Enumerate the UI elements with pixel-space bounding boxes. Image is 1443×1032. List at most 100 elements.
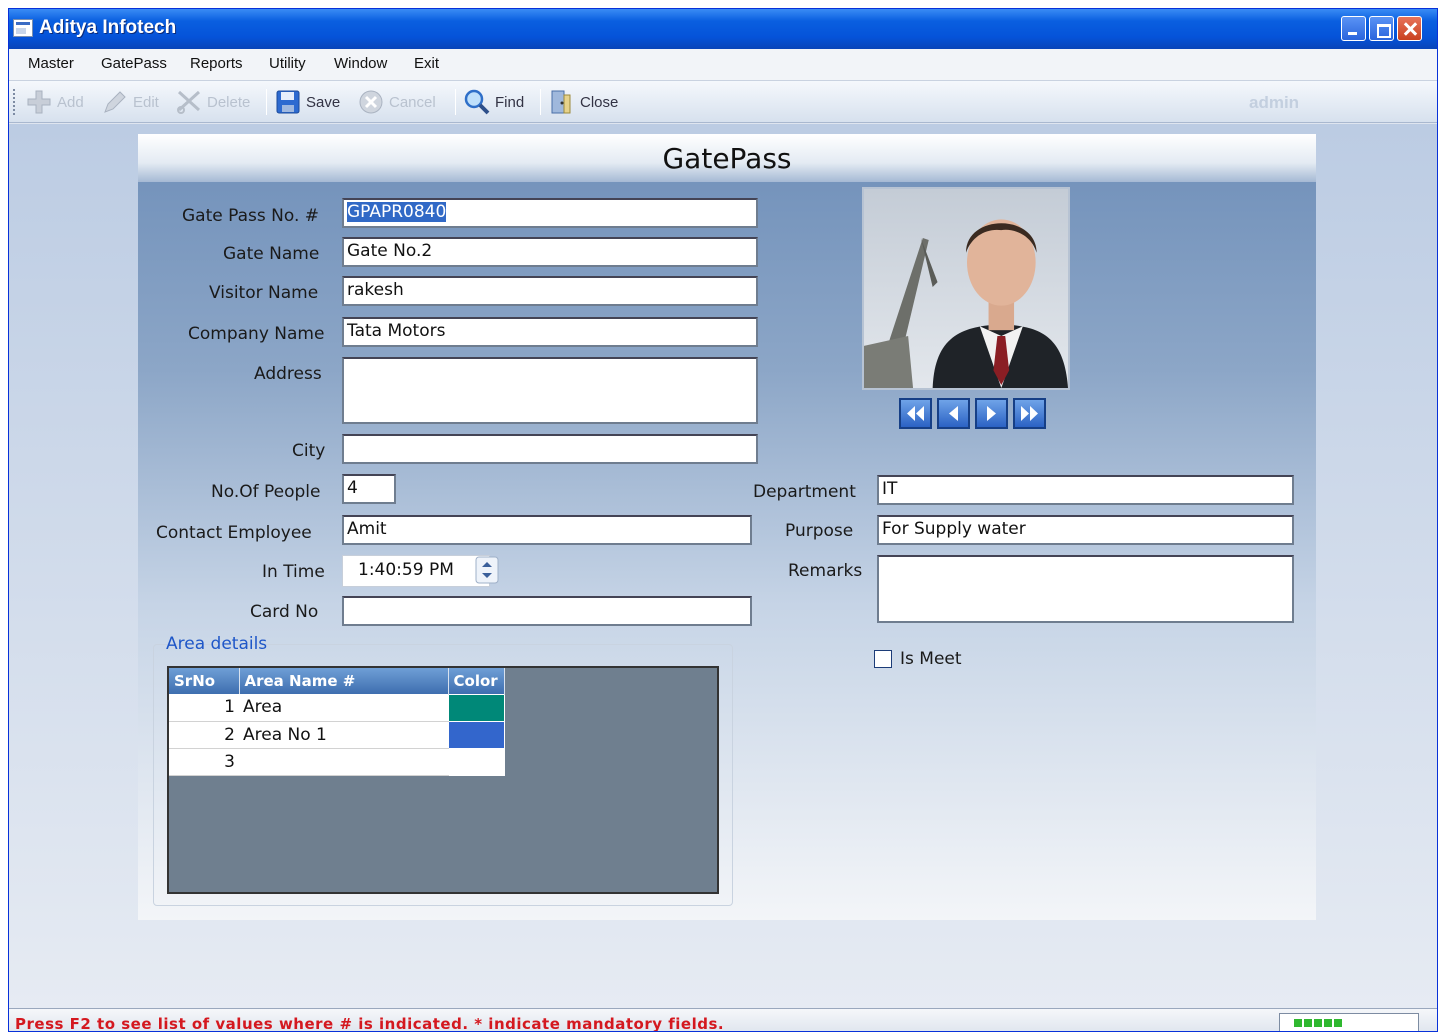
purpose-label: Purpose xyxy=(785,521,854,541)
menu-reports[interactable]: Reports xyxy=(190,55,243,72)
pencil-icon xyxy=(101,88,129,116)
toolbar-separator xyxy=(266,89,267,115)
time-spinner[interactable] xyxy=(475,556,500,584)
save-button[interactable]: Save xyxy=(274,87,340,117)
is-meet-checkbox[interactable] xyxy=(874,650,892,668)
area-name-cell[interactable]: Area xyxy=(239,694,448,722)
menu-master[interactable]: Master xyxy=(28,55,74,72)
progress-cell xyxy=(1304,1019,1312,1027)
previous-photo-button[interactable] xyxy=(937,398,970,429)
srno-cell[interactable]: 3 xyxy=(169,748,239,776)
add-button[interactable]: Add xyxy=(25,87,84,117)
srno-cell[interactable]: 1 xyxy=(169,694,239,722)
cancel-icon xyxy=(357,88,385,116)
toolbar-separator xyxy=(540,89,541,115)
first-photo-button[interactable] xyxy=(899,398,932,429)
progress-cell xyxy=(1324,1019,1332,1027)
exit-door-icon xyxy=(548,88,576,116)
color-cell[interactable] xyxy=(447,693,505,722)
next-photo-button[interactable] xyxy=(975,398,1008,429)
color-cell[interactable] xyxy=(447,747,505,776)
city-field[interactable] xyxy=(342,434,758,464)
close-label: Close xyxy=(580,93,619,111)
gate-pass-no-value: GPAPR0840 xyxy=(347,202,447,222)
area-details-legend: Area details xyxy=(166,634,268,654)
column-header-color[interactable]: Color xyxy=(448,668,505,694)
column-header-srno[interactable]: SrNo xyxy=(169,668,240,694)
mdi-client-area: GatePass Gate Pass No. # GPAPR0840 Gate … xyxy=(9,124,1437,1008)
table-row[interactable]: 1 Area xyxy=(169,693,505,722)
menu-window[interactable]: Window xyxy=(334,55,387,72)
app-icon xyxy=(13,19,33,37)
floppy-disk-icon xyxy=(274,88,302,116)
restore-button[interactable] xyxy=(1369,16,1394,41)
toolbar: Add Edit Delete Save Cancel Find Close xyxy=(9,81,1437,123)
gatepass-form: GatePass Gate Pass No. # GPAPR0840 Gate … xyxy=(138,134,1316,920)
title-bar[interactable]: Aditya Infotech xyxy=(9,9,1437,49)
gate-name-field[interactable]: Gate No.2 xyxy=(342,237,758,267)
add-icon xyxy=(25,88,53,116)
menu-gatepass[interactable]: GatePass xyxy=(101,55,167,72)
progress-cell xyxy=(1334,1019,1342,1027)
find-button[interactable]: Find xyxy=(463,87,524,117)
menu-utility[interactable]: Utility xyxy=(269,55,306,72)
srno-cell[interactable]: 2 xyxy=(169,721,239,749)
in-time-picker[interactable]: 1:40:59 PM xyxy=(342,555,490,587)
delete-label: Delete xyxy=(207,93,251,111)
visitor-name-field[interactable]: rakesh xyxy=(342,276,758,306)
remarks-field[interactable] xyxy=(877,555,1294,623)
form-title: GatePass xyxy=(662,142,792,175)
no-of-people-field[interactable]: 4 xyxy=(342,474,396,504)
app-window: Aditya Infotech Master GatePass Reports … xyxy=(8,8,1438,1032)
area-name-cell[interactable] xyxy=(239,748,448,776)
status-bar: Press F2 to see list of values where # i… xyxy=(9,1008,1437,1032)
purpose-field[interactable]: For Supply water xyxy=(877,515,1294,545)
gate-pass-no-field[interactable]: GPAPR0840 xyxy=(342,198,758,228)
status-message: Press F2 to see list of values where # i… xyxy=(15,1015,725,1032)
address-label: Address xyxy=(254,364,322,384)
cancel-button[interactable]: Cancel xyxy=(357,87,436,117)
delete-button[interactable]: Delete xyxy=(175,87,250,117)
progress-cell xyxy=(1294,1019,1302,1027)
gate-name-label: Gate Name xyxy=(223,244,320,264)
window-title: Aditya Infotech xyxy=(39,17,177,38)
add-label: Add xyxy=(57,93,84,111)
address-field[interactable] xyxy=(342,357,758,424)
close-button[interactable]: Close xyxy=(548,87,618,117)
edit-button[interactable]: Edit xyxy=(101,87,159,117)
contact-employee-field[interactable]: Amit xyxy=(342,515,752,545)
progress-indicator xyxy=(1279,1013,1419,1031)
in-time-label: In Time xyxy=(262,562,325,582)
table-row[interactable]: 2 Area No 1 xyxy=(169,720,505,749)
visitor-photo xyxy=(862,187,1070,390)
find-label: Find xyxy=(495,93,525,111)
magnifier-icon xyxy=(463,88,491,116)
last-photo-button[interactable] xyxy=(1013,398,1046,429)
color-cell[interactable] xyxy=(447,720,505,749)
card-no-field[interactable] xyxy=(342,596,752,626)
card-no-label: Card No xyxy=(250,602,319,622)
logged-in-user: admin xyxy=(1249,93,1300,112)
cancel-label: Cancel xyxy=(389,93,436,111)
close-window-button[interactable] xyxy=(1397,16,1422,41)
toolbar-grip[interactable] xyxy=(13,89,16,115)
company-name-field[interactable]: Tata Motors xyxy=(342,317,758,347)
table-row[interactable]: 3 xyxy=(169,747,505,776)
save-label: Save xyxy=(306,93,341,111)
no-of-people-label: No.Of People xyxy=(211,482,321,502)
department-field[interactable]: IT xyxy=(877,475,1294,505)
area-grid: SrNo Area Name # Color 1 Area 2 Area No 13 xyxy=(169,668,505,776)
department-label: Department xyxy=(753,482,856,502)
area-name-cell[interactable]: Area No 1 xyxy=(239,721,448,749)
menu-bar: Master GatePass Reports Utility Window E… xyxy=(9,49,1437,81)
column-header-area-name[interactable]: Area Name # xyxy=(239,668,449,694)
toolbar-separator xyxy=(455,89,456,115)
is-meet-label: Is Meet xyxy=(900,649,962,669)
menu-exit[interactable]: Exit xyxy=(414,55,439,72)
edit-label: Edit xyxy=(133,93,159,111)
form-header: GatePass xyxy=(138,134,1316,182)
contact-employee-label: Contact Employee xyxy=(156,523,312,543)
minimize-button[interactable] xyxy=(1341,16,1366,41)
company-name-label: Company Name xyxy=(188,324,325,344)
visitor-name-label: Visitor Name xyxy=(209,283,319,303)
